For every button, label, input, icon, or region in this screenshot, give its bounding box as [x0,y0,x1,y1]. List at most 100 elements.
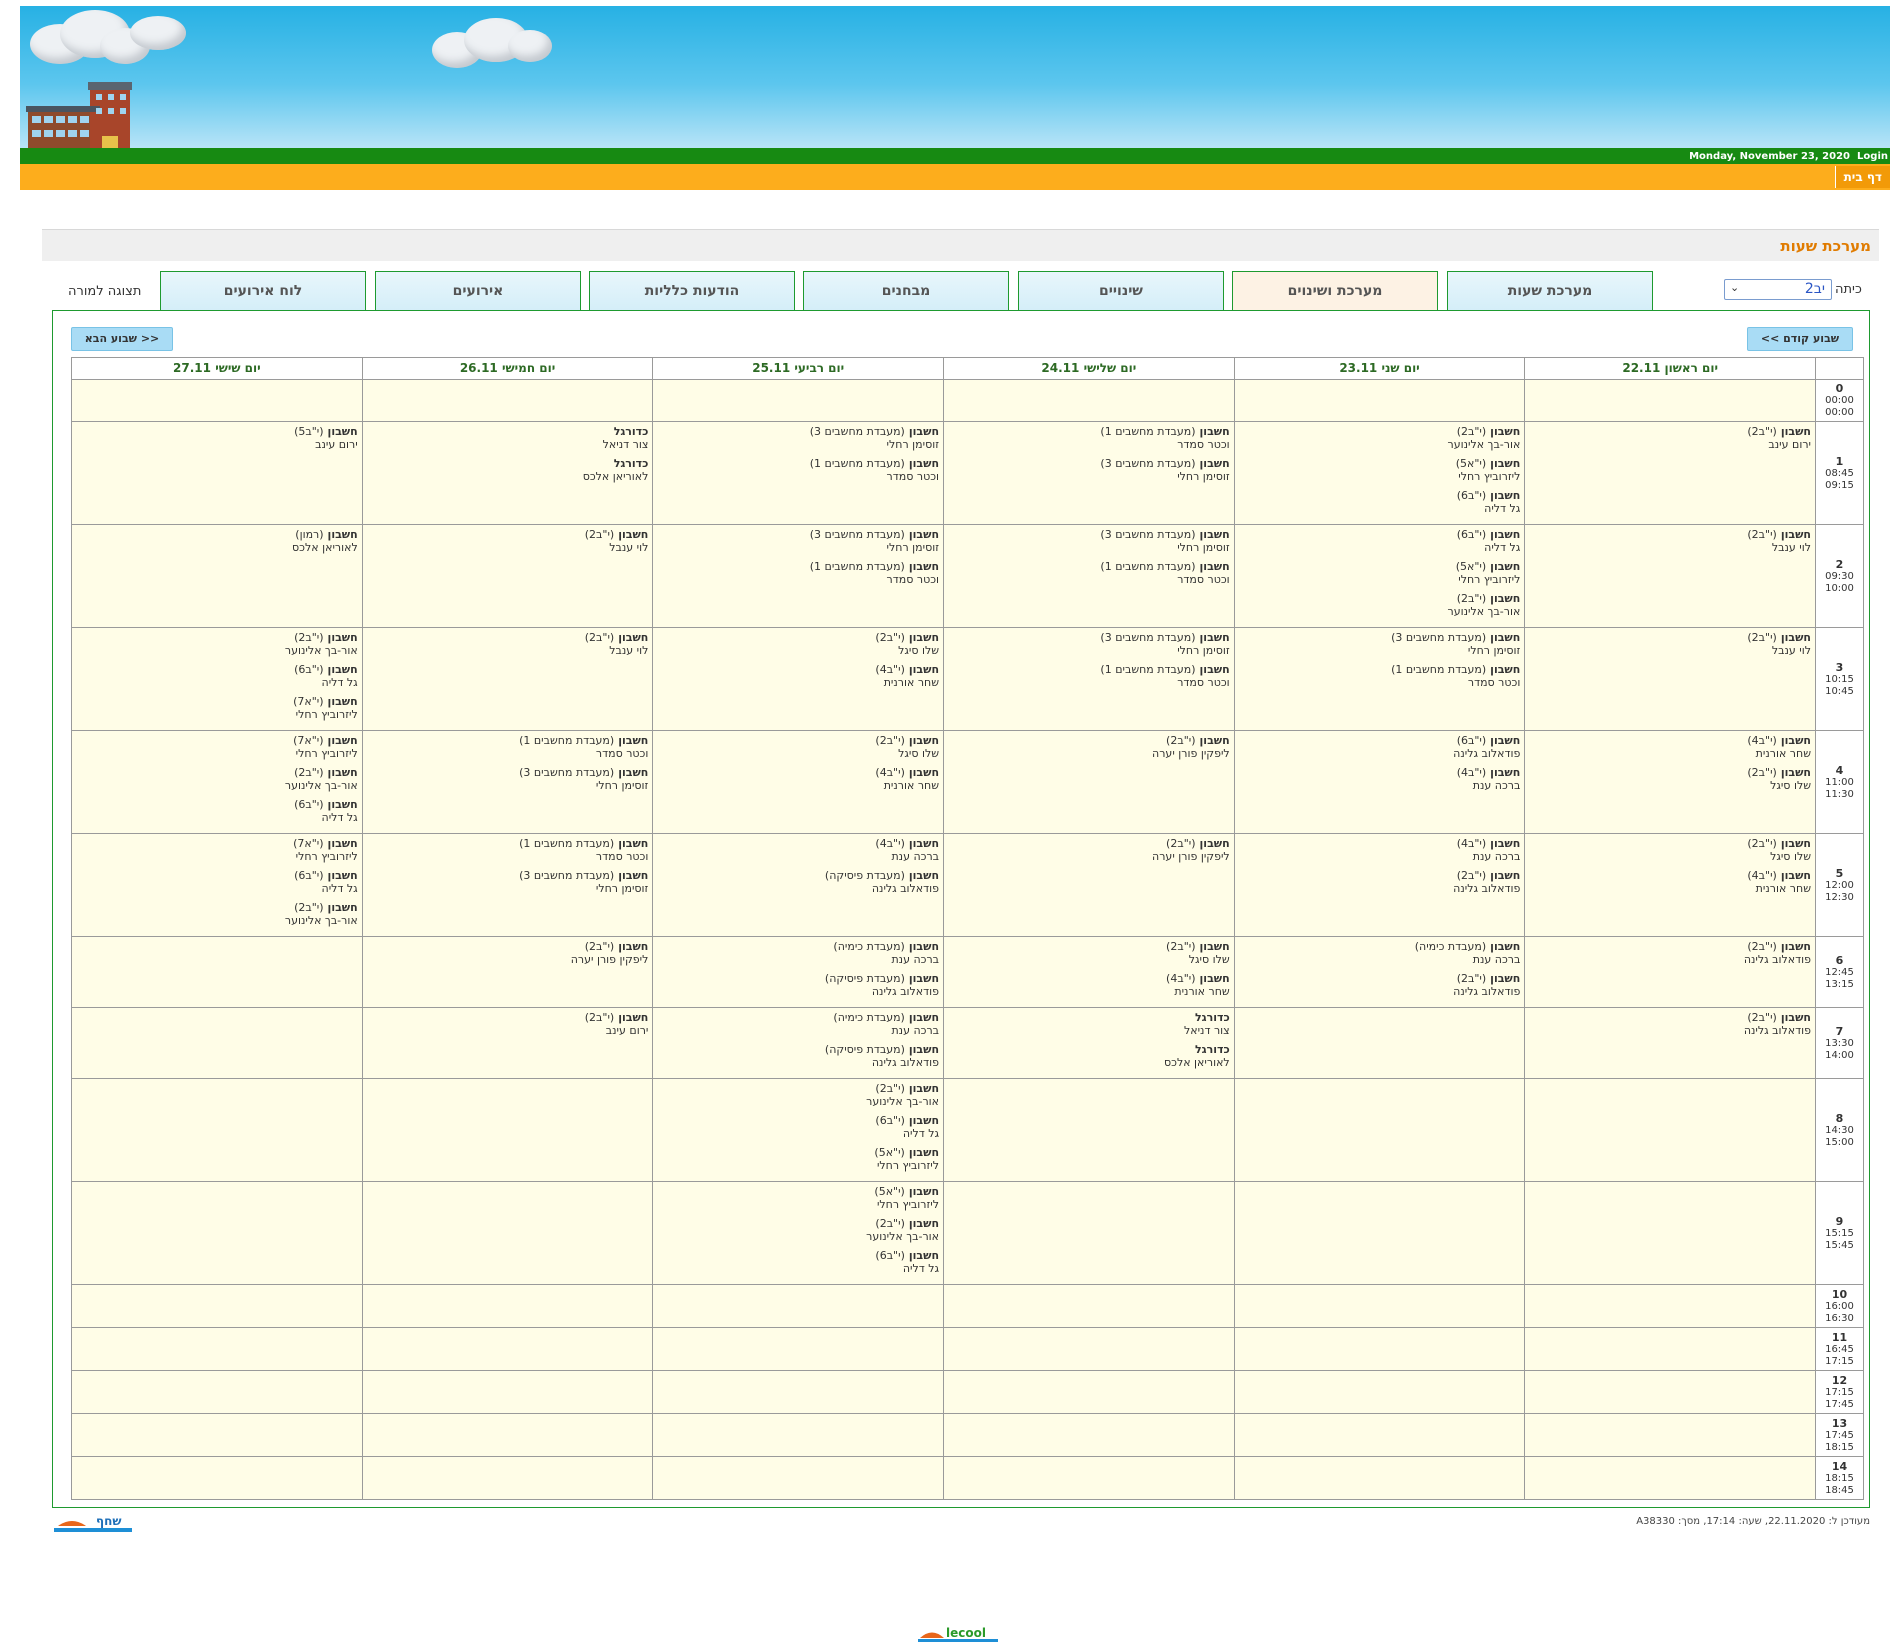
lesson-subject: חשבון [1490,528,1521,541]
tab-exams[interactable]: מבחנים [803,271,1009,311]
lesson-room: (מעבדת פיסיקה) [824,1043,905,1056]
schedule-cell: חשבון(י"ב2) ליפקין פורן יערה [943,833,1235,937]
lesson-subject: חשבון [908,663,940,676]
lesson-room: (י"ב4) [875,837,905,850]
lesson-entry: חשבון(י"ב2) ליפקין פורן יערה [948,837,1230,863]
shahaf-logo-text: שחף [96,1514,121,1528]
schedule-cell [1233,1284,1526,1328]
lesson-teacher: וכטר סמדר [886,470,940,483]
hour-start: 14:30 [1825,1124,1854,1136]
schedule-row: 3 10:15 10:45 חשבון(י"ב2) לוי ענבל חשבון(מעבד… [71,627,1864,731]
schedule-row: 2 09:30 10:00 חשבון(י"ב2) לוי ענבל חשבון(י"ב6… [71,524,1864,628]
next-week-button[interactable]: שבוע הבא >> [71,327,173,351]
schedule-cell [71,1007,363,1079]
lesson-entry: חשבון(י"א5) ליזרוביץ רחלי [657,1185,939,1211]
schedule-cell [361,1456,654,1500]
schedule-cell [1524,1370,1816,1414]
schedule-cell: חשבון(מעבדת מחשבים 3) זוסימן רחלי חשבון(מע… [1233,627,1526,731]
tab-events-board[interactable]: לוח אירועים [160,271,366,311]
lesson-entry: חשבון(מעבדת כימיה) ברכה ענת [1239,940,1521,966]
home-link[interactable]: דף בית [1834,166,1890,188]
lesson-entry: חשבון(י"ב2) אור-בך אלינוער [76,631,358,657]
lesson-subject: חשבון [1199,734,1230,747]
class-select[interactable]: יב2 ⌄ [1724,279,1832,300]
schedule-cell: חשבון(י"ב2) שלו סיגל חשבון(י"ב4) שחר אורנית [1524,833,1816,937]
schedule-cell [1233,379,1526,422]
lesson-entry: חשבון(י"א5) ליזרוביץ רחלי [1239,457,1521,483]
lesson-subject: חשבון [1199,972,1230,985]
lesson-entry: חשבון(י"ב4) שחר אורנית [1529,869,1811,895]
tab-schedule-and-changes[interactable]: מערכת ושינוים [1232,271,1438,311]
lesson-room: (מעבדת מחשבים 1) [1100,560,1196,573]
schedule-cell: חשבון(י"ב2) לוי ענבל [361,627,654,731]
lesson-teacher: זוסימן רחלי [886,438,940,451]
lesson-entry: חשבון(י"ב6) גל דליה [1239,489,1521,515]
lesson-room: (י"ב2) [1747,631,1777,644]
teacher-view-link[interactable]: תצוגה למורה [68,284,141,299]
lesson-teacher: לוי ענבל [609,541,649,554]
schedule-cell: חשבון(מעבדת מחשבים 3) זוסימן רחלי חשבון(מע… [652,524,945,628]
schedule-cell [943,1413,1235,1457]
schedule-cell [943,1456,1235,1500]
lesson-room: (מעבדת מחשבים 1) [1100,663,1196,676]
hour-cell: 13 17:45 18:15 [1815,1413,1864,1457]
tab-schedule[interactable]: מערכת שעות [1447,271,1653,311]
lesson-room: (י"א7) [293,734,324,747]
tab-announcements[interactable]: הודעות כלליות [589,271,795,311]
tab-events[interactable]: אירועים [375,271,581,311]
lesson-subject: חשבון [1490,560,1521,573]
lesson-room: (מעבדת מחשבים 3) [1391,631,1487,644]
lesson-subject: חשבון [908,425,940,438]
lesson-entry: חשבון(י"ב2) פודאלוב גלינה [1239,869,1520,895]
lesson-room: (י"ב2) [584,631,615,644]
lesson-entry: חשבון(י"ב2) ירום עינב [367,1011,649,1037]
lesson-subject: חשבון [1780,940,1811,953]
lesson-entry: חשבון(י"ב2) אור-בך אלינוער [1239,425,1520,451]
hour-number: 5 [1835,866,1844,880]
lesson-teacher: לאוריאן אלכס [582,470,649,483]
lesson-room: (י"ב2) [1456,869,1487,882]
lesson-entry: חשבון(מעבדת כימיה) ברכה ענת [657,940,939,966]
schedule-cell [1233,1078,1526,1182]
lesson-teacher: זוסימן רחלי [1177,644,1230,657]
hour-end: 17:45 [1825,1398,1854,1410]
lesson-room: (מעבדת מחשבים 1) [809,457,905,470]
lesson-teacher: גל דליה [902,1262,940,1275]
lesson-subject: חשבון [1199,560,1230,573]
hour-number: 9 [1835,1214,1844,1228]
lesson-entry: כדורגל לאוריאן אלכס [367,457,649,483]
lesson-teacher: לאוריאן אלכס [1164,1056,1230,1069]
schedule-cell [71,936,363,1008]
lesson-room: (י"ב2) [1456,592,1487,605]
lesson-room: (מעבדת מחשבים 1) [809,560,905,573]
hour-number: 8 [1835,1111,1844,1125]
lesson-teacher: גל דליה [902,1127,940,1140]
lesson-room: (י"ב2) [875,1217,905,1230]
lesson-teacher: אור-בך אלינוער [284,779,358,792]
tab-changes[interactable]: שינויים [1018,271,1224,311]
lesson-subject: חשבון [1490,972,1521,985]
lesson-room: (י"ב2) [1747,766,1777,779]
lesson-teacher: ירום עינב [605,1024,649,1037]
lesson-entry: חשבון(י"א7) ליזרוביץ רחלי [76,837,358,863]
lesson-teacher: צור דניאל [1183,1024,1230,1037]
login-link[interactable]: Login [1857,151,1888,162]
lesson-room: (מעבדת מחשבים 3) [519,869,615,882]
schedule-cell [943,1370,1235,1414]
lesson-entry: חשבון(מעבדת מחשבים 3) זוסימן רחלי [367,869,648,895]
lesson-room: (י"ב2) [1747,837,1777,850]
lesson-room: (מעבדת מחשבים 3) [1100,528,1196,541]
lesson-subject: חשבון [1199,425,1230,438]
lesson-entry: חשבון(מעבדת מחשבים 3) זוסימן רחלי [948,631,1230,657]
schedule-row: 6 12:45 13:15 חשבון(י"ב2) פודאלוב גלינה חשבון… [71,936,1864,1008]
lesson-teacher: וכטר סמדר [886,573,940,586]
lesson-room: (י"ב4) [1747,869,1777,882]
schedule-cell: חשבון(י"א5) ליזרוביץ רחלי חשבון(י"ב2) אור-ב… [652,1181,945,1285]
lesson-teacher: ירום עינב [315,438,358,451]
schedule-cell: חשבון(י"ב2) לוי ענבל [361,524,654,628]
lesson-subject: חשבון [618,631,649,644]
hour-end: 10:45 [1825,685,1854,697]
prev-week-button[interactable]: << שבוע קודם [1747,327,1853,351]
lesson-room: (מעבדת פיסיקה) [824,972,905,985]
lesson-entry: חשבון(י"ב4) שחר אורנית [948,972,1230,998]
